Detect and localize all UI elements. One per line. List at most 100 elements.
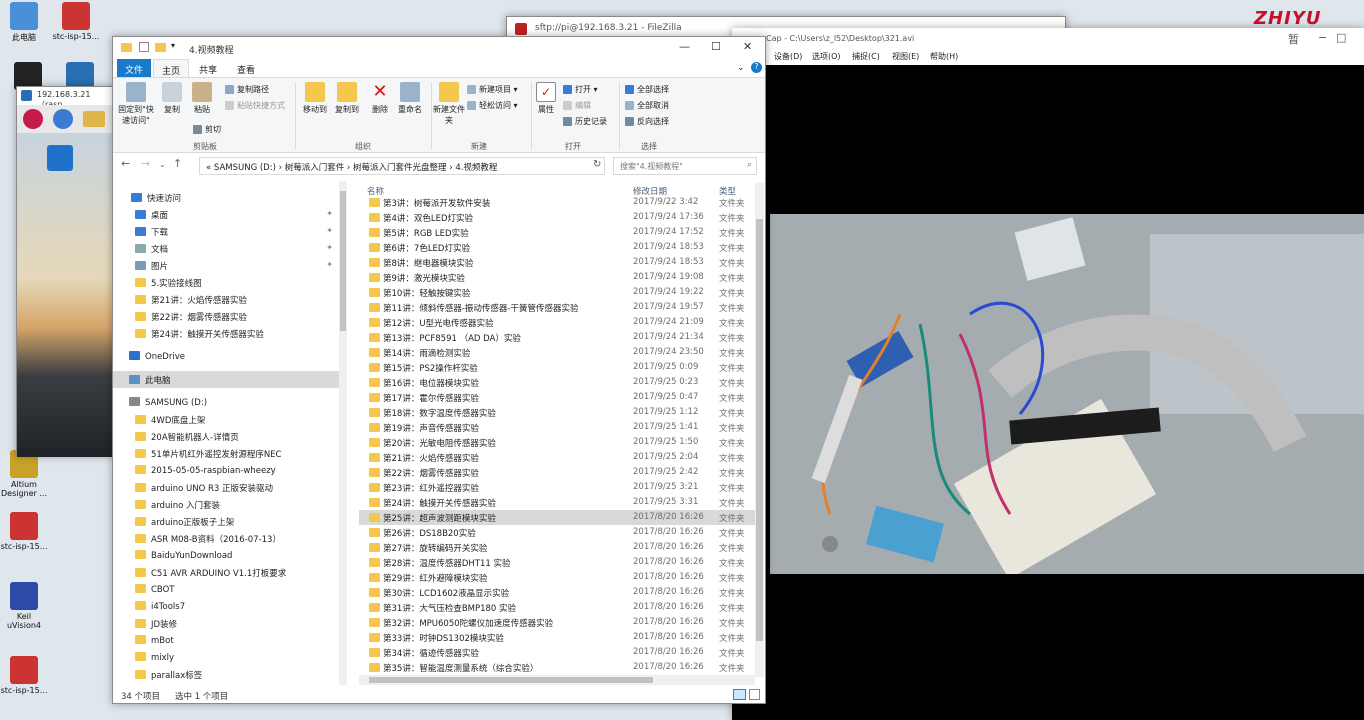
video-capture-window[interactable]: Cap - C:\Users\z_l52\Desktop\321.avi 暂 −… <box>732 28 1364 720</box>
desktop-icon[interactable]: Altium Designer ... <box>0 450 48 498</box>
pin-quick-access-button[interactable]: 固定到"快速访问" <box>115 82 157 126</box>
file-row[interactable]: 第31讲：大气压检查BMP180 实验 2017/8/20 16:26 文件夹 <box>359 600 755 615</box>
file-row[interactable]: 第5讲：RGB LED实验 2017/9/24 17:52 文件夹 <box>359 225 755 240</box>
nav-item[interactable]: mBot <box>113 632 339 649</box>
tab-home[interactable]: 主页 <box>153 59 190 77</box>
file-explorer-window[interactable]: ▾ 4.视频教程 — ☐ ✕ 文件 主页 共享 查看 ⌄ ? 固定到"快速访问"… <box>112 36 766 704</box>
file-row[interactable]: 第28讲：温度传感器DHT11 实验 2017/8/20 16:26 文件夹 <box>359 555 755 570</box>
nav-scroll-thumb[interactable] <box>340 191 346 331</box>
menu-view[interactable]: 视图(E) <box>892 51 919 62</box>
rename-button[interactable]: 重命名 <box>395 82 425 115</box>
search-icon[interactable]: ⌕ <box>747 160 752 170</box>
file-row[interactable]: 第18讲：数字温度传感器实验 2017/9/25 1:12 文件夹 <box>359 405 755 420</box>
open-button[interactable]: 打开 ▾ <box>563 84 598 95</box>
file-row[interactable]: 第21讲：火焰传感器实验 2017/9/25 2:04 文件夹 <box>359 450 755 465</box>
file-row[interactable]: 第24讲：触摸开关传感器实验 2017/9/25 3:31 文件夹 <box>359 495 755 510</box>
nav-item[interactable]: 快速访问 <box>113 189 339 206</box>
nav-item[interactable]: 桌面 ✦ <box>113 206 339 223</box>
list-scroll-thumb[interactable] <box>756 219 763 641</box>
nav-item[interactable]: SAMSUNG (D:) <box>113 394 339 411</box>
nav-item[interactable]: i4Tools7 <box>113 598 339 615</box>
folder-icon[interactable] <box>83 111 105 127</box>
file-row[interactable]: 第32讲：MPU6050陀螺仪加速度传感器实验 2017/8/20 16:26 文件… <box>359 615 755 630</box>
back-icon[interactable]: ← <box>121 157 130 170</box>
nav-item[interactable]: CBOT <box>113 581 339 598</box>
menu-capture[interactable]: 捕捉(C) <box>852 51 880 62</box>
easy-access-button[interactable]: 轻松访问 ▾ <box>467 100 518 111</box>
desktop-icon[interactable]: 此电脑 <box>0 2 48 43</box>
desktop-icon[interactable]: stc-isp-15... <box>0 656 48 695</box>
nav-item[interactable]: 下载 ✦ <box>113 223 339 240</box>
new-folder-icon[interactable] <box>155 43 166 52</box>
menu-help[interactable]: 帮助(H) <box>930 51 958 62</box>
tab-share[interactable]: 共享 <box>191 59 225 77</box>
pin-icon[interactable]: ✦ <box>326 209 333 218</box>
nav-item[interactable]: parallax标签 <box>113 666 339 683</box>
file-row[interactable]: 第13讲：PCF8591 （AD DA）实验 2017/9/24 21:34 文件夹 <box>359 330 755 345</box>
history-dropdown-icon[interactable]: ⌄ <box>159 160 166 169</box>
file-row[interactable]: 第12讲：U型光电传感器实验 2017/9/24 21:09 文件夹 <box>359 315 755 330</box>
move-to-button[interactable]: 移动到 <box>301 82 329 115</box>
cut-button[interactable]: 剪切 <box>193 124 221 135</box>
maximize-button[interactable]: ☐ <box>711 40 721 53</box>
nav-item[interactable]: 20A智能机器人-详情页 <box>113 428 339 445</box>
nav-item[interactable]: 5.实验接线图 <box>113 274 339 291</box>
large-icons-view-icon[interactable] <box>749 689 760 700</box>
close-button[interactable]: ✕ <box>743 40 752 53</box>
paste-shortcut-button[interactable]: 粘贴快捷方式 <box>225 100 285 111</box>
address-bar[interactable]: « SAMSUNG (D:) › 树莓派入门套件 › 树莓派入门套件光盘整理 ›… <box>199 157 605 175</box>
file-row[interactable]: 第20讲：光敏电阻传感器实验 2017/9/25 1:50 文件夹 <box>359 435 755 450</box>
quick-access-dropdown-icon[interactable]: ▾ <box>171 41 175 50</box>
capture-ctl-1[interactable]: 暂 <box>1288 31 1299 47</box>
file-row[interactable]: 第4讲：双色LED灯实验 2017/9/24 17:36 文件夹 <box>359 210 755 225</box>
tab-view[interactable]: 查看 <box>229 59 263 77</box>
file-row[interactable]: 第8讲：继电器模块实验 2017/9/24 18:53 文件夹 <box>359 255 755 270</box>
menu-options[interactable]: 选项(O) <box>812 51 841 62</box>
nav-item[interactable]: arduino正版板子上架 <box>113 513 339 530</box>
minimize-button[interactable]: — <box>679 40 690 53</box>
details-view-icon[interactable] <box>733 689 746 700</box>
nav-item[interactable]: mixly <box>113 649 339 666</box>
file-row[interactable]: 第22讲：烟雾传感器实验 2017/9/25 2:42 文件夹 <box>359 465 755 480</box>
invert-selection-button[interactable]: 反向选择 <box>625 116 669 127</box>
file-row[interactable]: 第14讲：雨滴检测实验 2017/9/24 23:50 文件夹 <box>359 345 755 360</box>
nav-item[interactable]: C51 AVR ARDUINO V1.1打板要求 <box>113 564 339 581</box>
file-row[interactable]: 第35讲：智能温度测量系统（综合实验） 2017/8/20 16:26 文件夹 <box>359 660 755 675</box>
hscroll-thumb[interactable] <box>369 677 653 683</box>
file-row[interactable]: 第23讲：红外遥控器实验 2017/9/25 3:21 文件夹 <box>359 480 755 495</box>
checkbox-icon[interactable] <box>139 42 149 52</box>
list-scrollbar[interactable] <box>755 183 764 677</box>
copy-to-button[interactable]: 复制到 <box>333 82 361 115</box>
copy-button[interactable]: 复制 <box>161 82 183 115</box>
nav-item[interactable]: JD装修 <box>113 615 339 632</box>
vnc-window[interactable]: 192.168.3.21（rasp <box>16 86 117 457</box>
file-row[interactable]: 第19讲：声音传感器实验 2017/9/25 1:41 文件夹 <box>359 420 755 435</box>
file-row[interactable]: 第27讲：旋转编码开关实验 2017/8/20 16:26 文件夹 <box>359 540 755 555</box>
file-row[interactable]: 第6讲：7色LED灯实验 2017/9/24 18:53 文件夹 <box>359 240 755 255</box>
file-row[interactable]: 第9讲：激光模块实验 2017/9/24 19:08 文件夹 <box>359 270 755 285</box>
history-button[interactable]: 历史记录 <box>563 116 607 127</box>
nav-item[interactable]: arduino UNO R3 正版安装驱动 <box>113 479 339 496</box>
new-item-button[interactable]: 新建项目 ▾ <box>467 84 518 95</box>
desktop-icon[interactable]: stc-isp-15... <box>0 512 48 551</box>
menu-device[interactable]: 设备(D) <box>774 51 802 62</box>
select-all-button[interactable]: 全部选择 <box>625 84 669 95</box>
file-row[interactable]: 第16讲：电位器模块实验 2017/9/25 0:23 文件夹 <box>359 375 755 390</box>
file-row[interactable]: 第33讲：时钟DS1302模块实验 2017/8/20 16:26 文件夹 <box>359 630 755 645</box>
ribbon-collapse-icon[interactable]: ⌄ <box>737 63 745 73</box>
pin-icon[interactable]: ✦ <box>326 260 333 269</box>
nav-item[interactable]: 第24讲：触摸开关传感器实验 <box>113 325 339 342</box>
search-input[interactable]: 搜索"4.视频教程" ⌕ <box>613 157 757 175</box>
properties-button[interactable]: ✓ 属性 <box>535 82 557 115</box>
globe-icon[interactable] <box>53 109 73 129</box>
edit-button[interactable]: 编辑 <box>563 100 591 111</box>
file-row[interactable]: 第26讲：DS18B20实验 2017/8/20 16:26 文件夹 <box>359 525 755 540</box>
nav-item[interactable]: 第21讲：火焰传感器实验 <box>113 291 339 308</box>
nav-item[interactable]: 4WD底盘上架 <box>113 411 339 428</box>
help-icon[interactable]: ? <box>751 62 762 73</box>
pin-icon[interactable]: ✦ <box>326 226 333 235</box>
desktop-icon[interactable]: Keil uVision4 <box>0 582 48 630</box>
file-row[interactable]: 第17讲：霍尔传感器实验 2017/9/25 0:47 文件夹 <box>359 390 755 405</box>
nav-item[interactable]: ASR M08-B资料（2016-07-13） <box>113 530 339 547</box>
vnc-titlebar[interactable]: 192.168.3.21（rasp <box>17 87 115 109</box>
